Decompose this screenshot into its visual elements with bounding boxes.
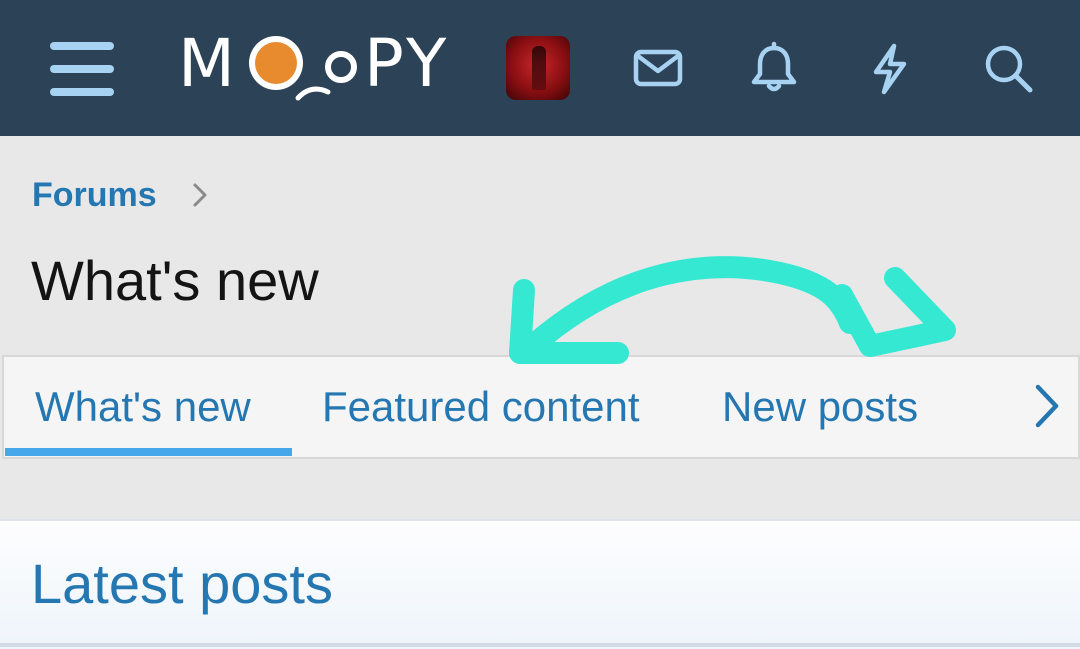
avatar-figure: [532, 46, 546, 90]
tab-label: New posts: [722, 383, 919, 430]
latest-posts-block: Latest posts: [0, 519, 1080, 649]
chevron-right-icon: [193, 183, 207, 207]
tab-new-posts[interactable]: New posts: [694, 357, 974, 457]
chevron-right-icon[interactable]: [1024, 375, 1074, 437]
menu-icon[interactable]: [50, 42, 116, 96]
tab-label: Featured content: [322, 383, 640, 430]
search-icon[interactable]: [976, 36, 1040, 100]
user-avatar[interactable]: [506, 36, 570, 100]
tab-whats-new[interactable]: What's new: [4, 357, 294, 457]
divider: [0, 643, 1080, 647]
svg-text:Y: Y: [405, 25, 447, 102]
breadcrumb-forums-link[interactable]: Forums: [32, 170, 157, 220]
top-navigation-bar: M P Y: [0, 0, 1080, 136]
active-tab-indicator: [5, 448, 292, 456]
logo-graphic: M P Y: [178, 25, 447, 102]
tab-featured-content[interactable]: Featured content: [294, 357, 694, 457]
section-title[interactable]: Latest posts: [31, 549, 333, 619]
tab-bar: What's new Featured content New posts: [2, 355, 1080, 459]
tab-label: What's new: [35, 383, 251, 430]
site-logo[interactable]: M P Y: [178, 24, 458, 114]
page-title: What's new: [31, 249, 319, 312]
bell-icon[interactable]: [742, 36, 806, 100]
svg-text:P: P: [364, 25, 404, 102]
mail-icon[interactable]: [626, 36, 690, 100]
svg-text:M: M: [178, 25, 235, 102]
bolt-icon[interactable]: [858, 36, 922, 100]
